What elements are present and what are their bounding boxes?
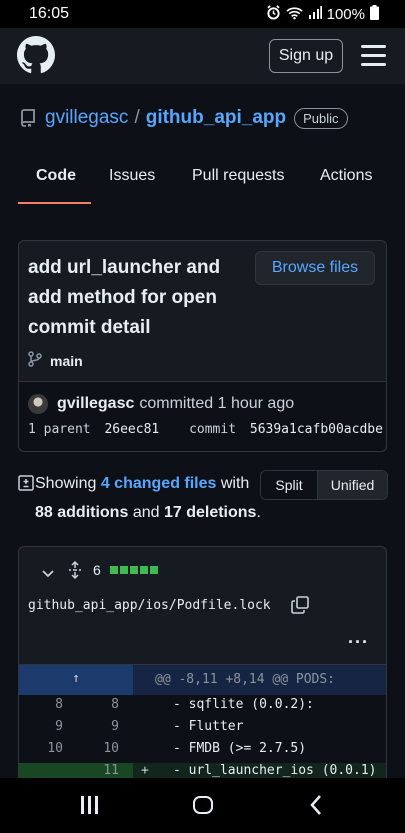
branch-label[interactable]: main bbox=[28, 351, 83, 370]
diffstat-bar bbox=[110, 566, 158, 574]
parent-label: 1 parent bbox=[28, 422, 91, 437]
unified-view-button[interactable]: Unified bbox=[317, 471, 387, 499]
hunk-header: ↑ @@ -8,11 +8,14 @@ PODS: bbox=[19, 665, 386, 695]
repo-icon bbox=[20, 109, 36, 127]
repo-title: gvillegasc / github_api_app Public bbox=[20, 106, 348, 130]
tab-actions[interactable]: Actions bbox=[320, 167, 372, 185]
diff-summary: Showing 4 changed files with 88 addition… bbox=[18, 470, 388, 530]
expand-up-icon: ↑ bbox=[72, 671, 80, 686]
active-tab-indicator bbox=[18, 202, 91, 204]
commit-hash: 5639a1cafb00acdbe bbox=[249, 422, 383, 437]
alarm-icon bbox=[266, 5, 281, 24]
commit-author-link[interactable]: gvillegasc bbox=[57, 395, 134, 413]
changed-files-link[interactable]: 4 changed files bbox=[101, 475, 217, 492]
file-change-count: 6 bbox=[93, 562, 101, 578]
system-nav-bar bbox=[0, 778, 405, 833]
repo-owner-link[interactable]: gvillegasc bbox=[45, 107, 128, 129]
hunk-header-text: @@ -8,11 +8,14 @@ PODS: bbox=[155, 672, 336, 687]
expand-up-button[interactable]: ↑ bbox=[19, 665, 133, 695]
old-line-number[interactable]: 9 bbox=[39, 719, 63, 734]
wifi-icon bbox=[286, 6, 303, 24]
file-options-kebab-icon[interactable]: ··· bbox=[348, 632, 369, 653]
file-diff-icon bbox=[18, 475, 34, 491]
home-icon[interactable] bbox=[193, 796, 213, 814]
diff-sign: + bbox=[141, 763, 149, 778]
deletions-count: 17 deletions bbox=[163, 504, 257, 521]
recents-icon[interactable] bbox=[80, 796, 98, 814]
diff-code: - sqflite (0.0.2): bbox=[173, 697, 314, 712]
diff-code: - Flutter bbox=[173, 719, 244, 734]
showing-text: Showing bbox=[35, 475, 97, 492]
github-logo-icon[interactable] bbox=[17, 36, 55, 74]
tab-issues[interactable]: Issues bbox=[109, 167, 155, 185]
branch-name: main bbox=[50, 352, 83, 369]
diff-code: - FMDB (>= 2.7.5) bbox=[173, 741, 307, 756]
commit-time: committed 1 hour ago bbox=[139, 395, 295, 412]
status-time: 16:05 bbox=[29, 5, 70, 22]
new-line-number[interactable]: 11 bbox=[93, 763, 119, 778]
battery-icon bbox=[370, 5, 379, 24]
hamburger-icon bbox=[361, 45, 386, 48]
battery-percent: 100% bbox=[326, 6, 365, 23]
old-line-number[interactable]: 8 bbox=[39, 697, 63, 712]
visibility-badge: Public bbox=[294, 107, 348, 129]
commit-box: add url_launcher and add method for open… bbox=[18, 240, 387, 452]
commit-meta: gvillegasc committed 1 hour ago 1 parent… bbox=[19, 381, 386, 451]
copy-icon[interactable] bbox=[291, 596, 309, 614]
branch-icon bbox=[28, 351, 50, 370]
repo-tabs: Code Issues Pull requests Actions bbox=[0, 155, 405, 205]
repo-separator: / bbox=[134, 107, 140, 128]
status-bar: 16:05 100% bbox=[0, 0, 405, 28]
new-line-number[interactable]: 9 bbox=[93, 719, 119, 734]
site-header: Sign up bbox=[0, 28, 405, 84]
diff-line: 9 9 - Flutter bbox=[19, 719, 386, 741]
commit-title: add url_launcher and add method for open… bbox=[28, 257, 221, 338]
file-header: 6 github_api_app/ios/Podfile.lock ··· bbox=[19, 547, 386, 665]
chevron-down-icon[interactable] bbox=[41, 566, 55, 580]
commit-label: commit bbox=[189, 422, 237, 437]
sign-up-button[interactable]: Sign up bbox=[269, 39, 343, 73]
old-line-number[interactable]: 10 bbox=[39, 741, 63, 756]
browse-files-button[interactable]: Browse files bbox=[255, 251, 375, 285]
tab-code[interactable]: Code bbox=[36, 167, 76, 185]
new-line-number[interactable]: 8 bbox=[93, 697, 119, 712]
signal-icon bbox=[308, 6, 322, 23]
menu-button[interactable] bbox=[361, 45, 386, 67]
diff-code: - url_launcher_ios (0.0.1) bbox=[173, 763, 377, 778]
period-text: . bbox=[256, 504, 261, 521]
diff-line: 10 10 - FMDB (>= 2.7.5) bbox=[19, 741, 386, 763]
back-icon[interactable] bbox=[308, 794, 324, 816]
parent-hash-link[interactable]: 26eec81 bbox=[104, 422, 159, 437]
and-text: and bbox=[132, 504, 160, 521]
split-view-button[interactable]: Split bbox=[261, 471, 317, 499]
diff-view-toggle: Split Unified bbox=[260, 470, 388, 500]
additions-count: 88 additions bbox=[35, 504, 129, 521]
commit-hashes: 1 parent 26eec81 commit 5639a1cafb00acdb… bbox=[28, 422, 383, 437]
avatar[interactable] bbox=[28, 394, 48, 414]
tab-pull-requests[interactable]: Pull requests bbox=[192, 167, 285, 185]
diff-line: 8 8 - sqflite (0.0.2): bbox=[19, 697, 386, 719]
file-path: github_api_app/ios/Podfile.lock bbox=[28, 598, 271, 613]
new-line-number[interactable]: 10 bbox=[93, 741, 119, 756]
with-text: with bbox=[220, 475, 250, 492]
expand-all-icon[interactable] bbox=[67, 560, 83, 580]
repo-name-link[interactable]: github_api_app bbox=[146, 107, 286, 129]
